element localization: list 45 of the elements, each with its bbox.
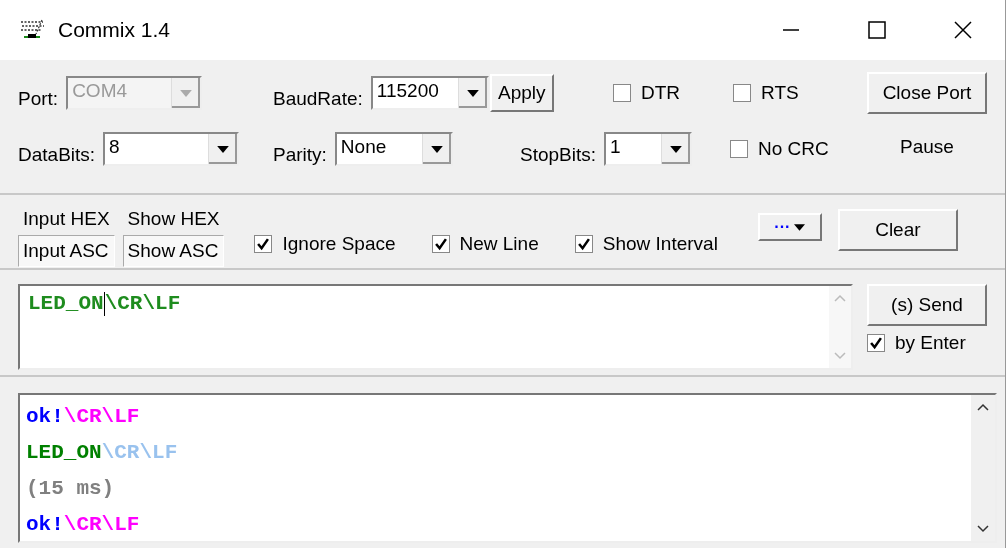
- log-line: (15 ms): [26, 476, 116, 502]
- field-label: Port:: [18, 87, 59, 110]
- mode-toggle[interactable]: Input ASC: [18, 235, 115, 267]
- scroll-down-icon[interactable]: [977, 525, 989, 533]
- log-line: LED_ON\CR\LF: [26, 440, 179, 466]
- log-line: ok!\CR\LF: [26, 512, 141, 538]
- checkbox[interactable]: RTS: [733, 82, 799, 104]
- checkmark-icon: [433, 237, 448, 251]
- mode-toggle[interactable]: Show ASC: [122, 235, 225, 267]
- mode-toggle[interactable]: Show HEX: [122, 203, 225, 235]
- caret-icon: [794, 223, 806, 231]
- dropdown[interactable]: 115200: [370, 76, 489, 110]
- checkmark-icon: [869, 336, 883, 350]
- maximize-icon[interactable]: [867, 20, 887, 40]
- mode-toggle[interactable]: Input HEX: [18, 203, 115, 235]
- close-icon[interactable]: [953, 20, 973, 40]
- checkmark-icon: [256, 237, 271, 251]
- checkbox[interactable]: No CRC: [730, 138, 829, 160]
- caret-icon: [670, 145, 683, 153]
- field-label: BaudRate:: [273, 87, 363, 110]
- send-button[interactable]: (s) Send: [867, 284, 987, 326]
- window-title: Commix 1.4: [58, 18, 171, 42]
- more-dropdown-button[interactable]: ···: [757, 213, 822, 241]
- caret-icon: [217, 145, 230, 153]
- caret-icon: [466, 89, 479, 97]
- log-line: ok!\CR\LF: [26, 404, 141, 430]
- apply-button[interactable]: Apply: [490, 74, 554, 112]
- dropdown[interactable]: None: [334, 132, 453, 166]
- scroll-up-icon[interactable]: [977, 403, 989, 411]
- checkbox[interactable]: by Enter: [867, 332, 987, 354]
- close-port-button[interactable]: Close Port: [867, 72, 987, 114]
- checkbox[interactable]: Show Interval: [574, 233, 718, 255]
- caret-icon: [430, 145, 443, 153]
- checkbox[interactable]: Ignore Space: [254, 233, 396, 255]
- field-label: StopBits:: [520, 143, 597, 166]
- dropdown[interactable]: 8: [103, 132, 240, 166]
- checkbox[interactable]: New Line: [431, 233, 539, 255]
- clear-button[interactable]: Clear: [837, 209, 958, 251]
- field-label: DataBits:: [18, 143, 96, 166]
- dropdown[interactable]: 1: [604, 132, 693, 166]
- checkbox[interactable]: DTR: [613, 82, 681, 104]
- caret-icon: [180, 89, 193, 97]
- pause-label[interactable]: Pause: [900, 136, 954, 158]
- checkmark-icon: [576, 237, 591, 251]
- field-label: Parity:: [273, 143, 327, 166]
